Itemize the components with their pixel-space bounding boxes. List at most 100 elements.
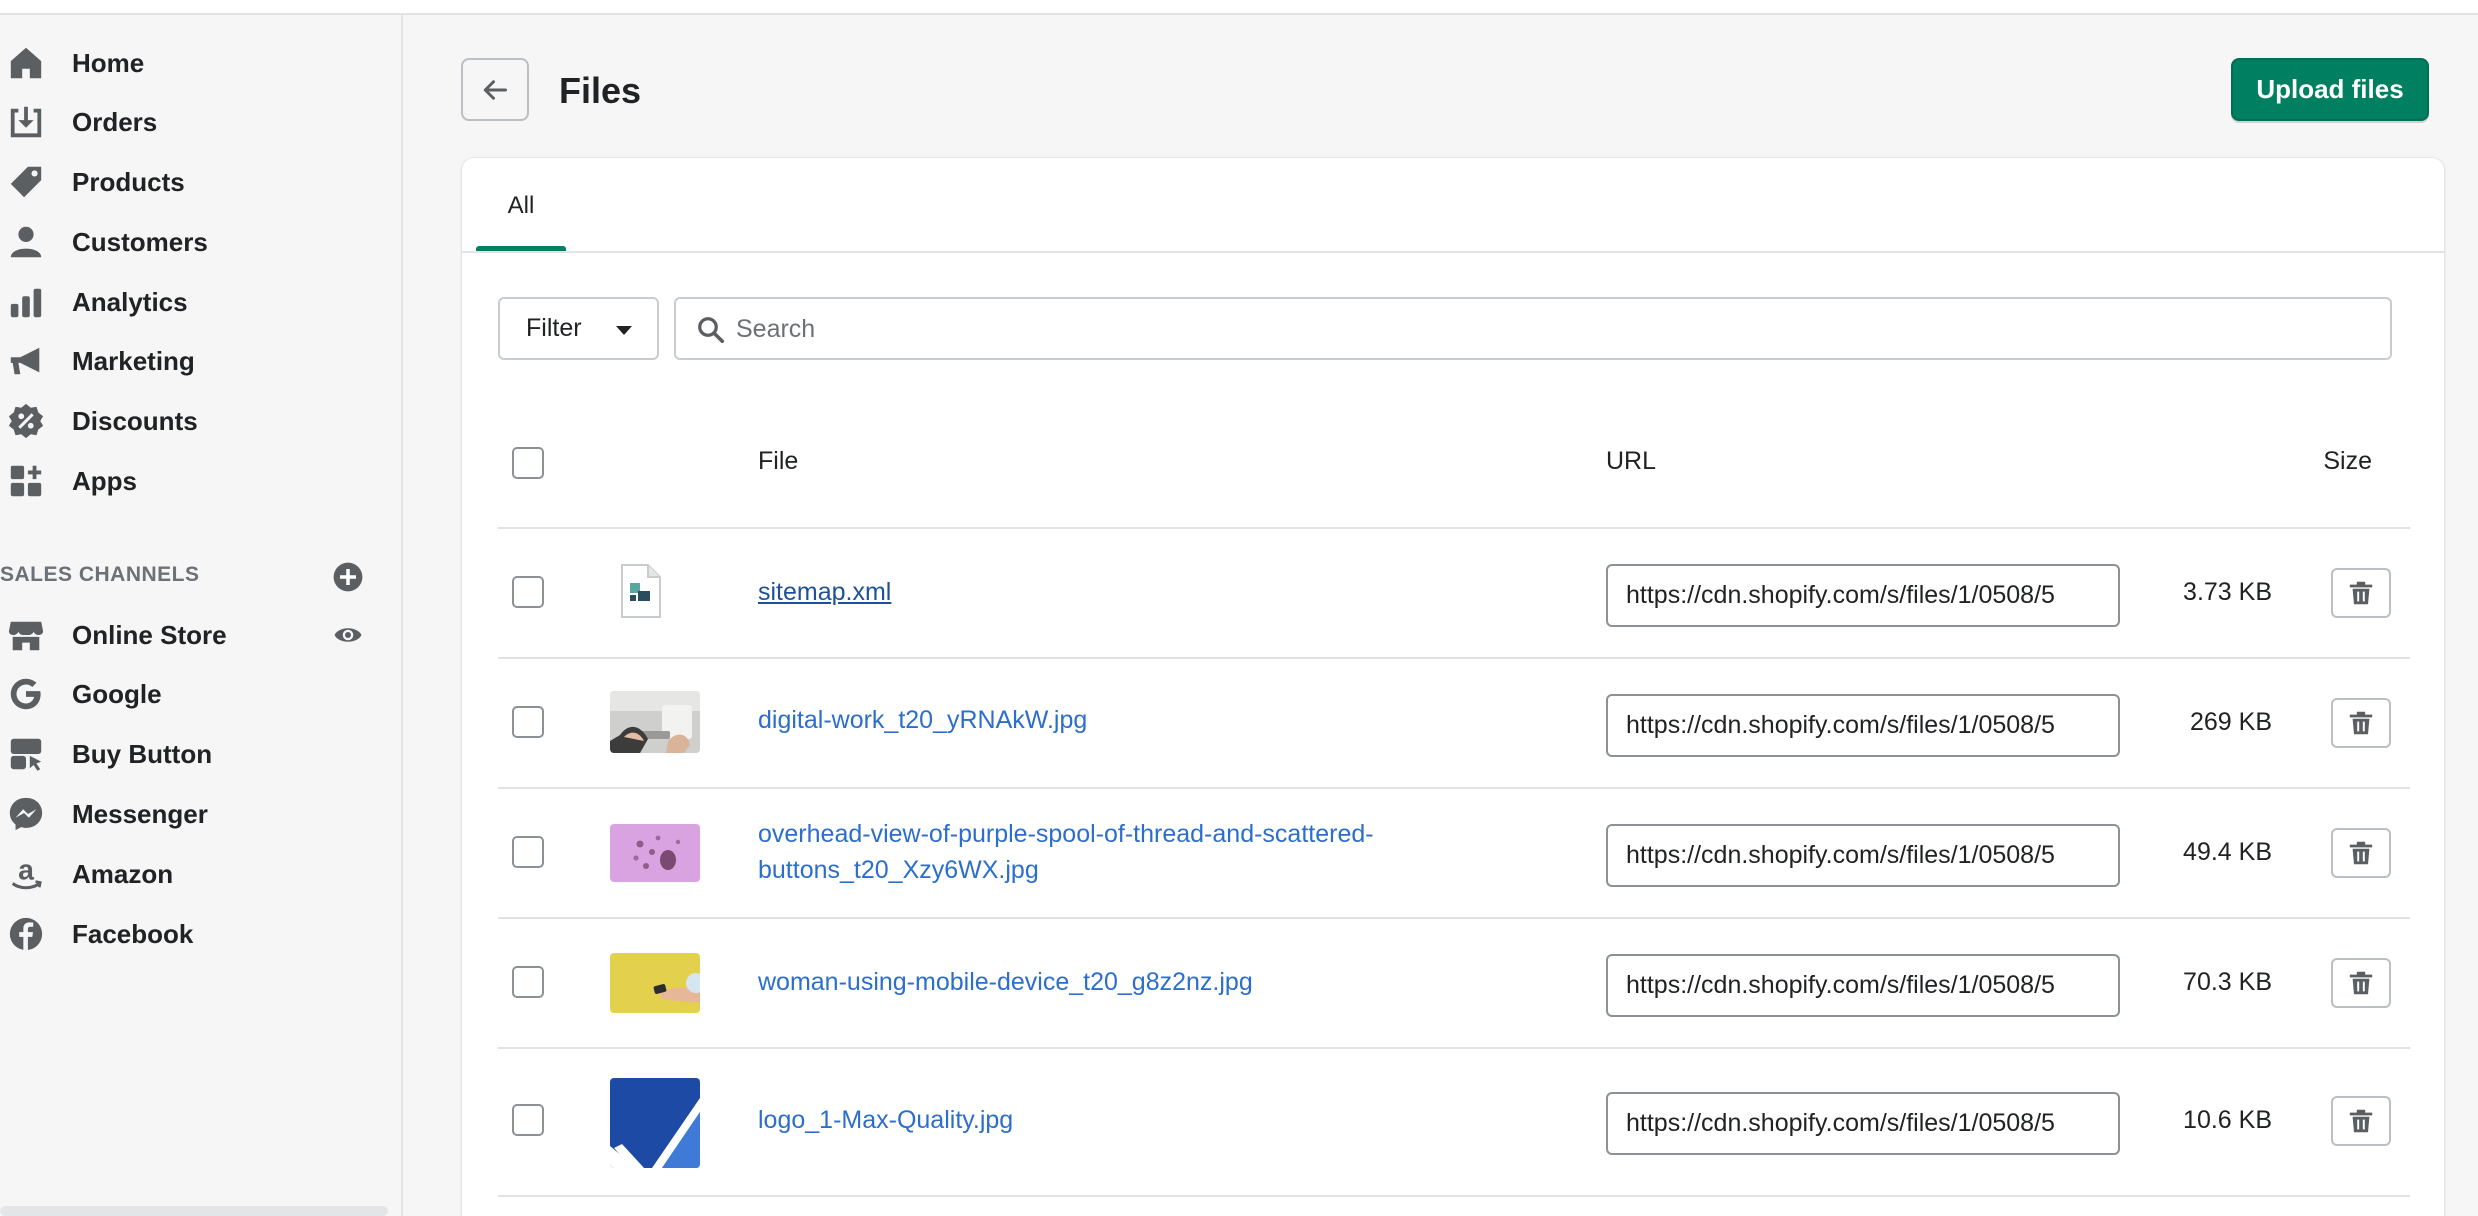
top-bar xyxy=(0,0,2478,15)
thumbnail-logo xyxy=(610,1078,700,1168)
sidebar-item-label: Messenger xyxy=(72,798,208,829)
column-header-size: Size xyxy=(2323,447,2372,475)
sidebar-item-home[interactable]: Home xyxy=(0,38,400,88)
file-link[interactable]: sitemap.xml xyxy=(758,574,891,610)
file-size: 70.3 KB xyxy=(2183,968,2272,996)
delete-button[interactable] xyxy=(2331,828,2391,878)
file-size: 49.4 KB xyxy=(2183,838,2272,866)
sidebar-item-buy-button[interactable]: Buy Button xyxy=(0,729,400,779)
url-field[interactable]: https://cdn.shopify.com/s/files/1/0508/5 xyxy=(1606,694,2120,757)
file-link[interactable]: digital-work_t20_yRNAkW.jpg xyxy=(758,702,1087,738)
row-divider xyxy=(498,787,2410,789)
sidebar-item-label: Analytics xyxy=(72,286,188,317)
sidebar-item-customers[interactable]: Customers xyxy=(0,217,400,267)
row-divider xyxy=(498,917,2410,919)
filter-button[interactable]: Filter xyxy=(498,297,659,360)
trash-icon xyxy=(2349,581,2373,605)
sidebar-item-amazon[interactable]: a Amazon xyxy=(0,849,400,899)
tag-icon xyxy=(4,160,48,204)
sidebar-scrollbar[interactable] xyxy=(0,1206,388,1216)
file-link[interactable]: logo_1-Max-Quality.jpg xyxy=(758,1102,1013,1138)
select-all-checkbox[interactable] xyxy=(512,447,544,479)
orders-icon xyxy=(4,100,48,144)
eye-icon[interactable] xyxy=(330,617,366,653)
plus-circle-icon xyxy=(333,562,363,592)
file-size: 3.73 KB xyxy=(2183,578,2272,606)
trash-icon xyxy=(2349,1109,2373,1133)
sidebar-item-marketing[interactable]: Marketing xyxy=(0,336,400,386)
apps-icon xyxy=(4,459,48,503)
row-checkbox[interactable] xyxy=(512,836,544,868)
sidebar-item-orders[interactable]: Orders xyxy=(0,97,400,147)
row-divider xyxy=(498,1195,2410,1197)
tab-all[interactable]: All xyxy=(476,158,566,253)
file-link-line: overhead-view-of-purple-spool-of-thread-… xyxy=(758,820,1374,848)
sidebar-item-apps[interactable]: Apps xyxy=(0,456,400,506)
sidebar: Home Orders Products Customers Analytics… xyxy=(0,15,403,1216)
sidebar-item-products[interactable]: Products xyxy=(0,157,400,207)
store-icon xyxy=(4,613,48,657)
facebook-icon xyxy=(4,912,48,956)
amazon-icon: a xyxy=(4,852,48,896)
page-title: Files xyxy=(559,70,642,111)
thumbnail-purple-spool xyxy=(610,824,700,882)
caret-down-icon xyxy=(616,326,632,335)
file-link[interactable]: woman-using-mobile-device_t20_g8z2nz.jpg xyxy=(758,964,1253,1000)
svg-text:a: a xyxy=(18,855,35,887)
search-input[interactable] xyxy=(736,303,2336,355)
sidebar-item-label: Online Store xyxy=(72,619,227,650)
filter-label: Filter xyxy=(526,314,582,342)
sidebar-item-label: Customers xyxy=(72,226,208,257)
sidebar-item-label: Buy Button xyxy=(72,738,213,769)
sidebar-item-discounts[interactable]: Discounts xyxy=(0,396,400,446)
url-field[interactable]: https://cdn.shopify.com/s/files/1/0508/5 xyxy=(1606,1092,2120,1155)
row-divider xyxy=(498,1047,2410,1049)
sidebar-item-label: Facebook xyxy=(72,918,194,949)
sidebar-item-label: Home xyxy=(72,47,145,78)
file-link[interactable]: overhead-view-of-purple-spool-of-thread-… xyxy=(758,816,1374,888)
sales-channels-title: SALES CHANNELS xyxy=(0,563,200,586)
buy-button-icon xyxy=(4,732,48,776)
delete-button[interactable] xyxy=(2331,1096,2391,1146)
tab-active-indicator xyxy=(476,246,566,251)
messenger-icon xyxy=(4,792,48,836)
discount-icon xyxy=(4,399,48,443)
sidebar-item-facebook[interactable]: Facebook xyxy=(0,909,400,959)
thumbnail-woman-mobile xyxy=(610,953,700,1013)
back-button[interactable] xyxy=(461,58,529,121)
url-field[interactable]: https://cdn.shopify.com/s/files/1/0508/5 xyxy=(1606,824,2120,887)
sidebar-item-label: Apps xyxy=(72,465,137,496)
trash-icon xyxy=(2349,711,2373,735)
search-field[interactable] xyxy=(674,297,2392,360)
xml-file-icon xyxy=(612,563,666,621)
row-checkbox[interactable] xyxy=(512,1104,544,1136)
sidebar-item-analytics[interactable]: Analytics xyxy=(0,277,400,327)
sidebar-item-messenger[interactable]: Messenger xyxy=(0,789,400,839)
megaphone-icon xyxy=(4,339,48,383)
file-size: 269 KB xyxy=(2189,708,2272,736)
sidebar-item-label: Google xyxy=(72,678,162,709)
arrow-left-icon xyxy=(483,79,507,100)
column-header-file: File xyxy=(758,447,799,475)
sidebar-item-google[interactable]: Google xyxy=(0,669,400,719)
url-field[interactable]: https://cdn.shopify.com/s/files/1/0508/5 xyxy=(1606,954,2120,1017)
sidebar-item-label: Amazon xyxy=(72,858,174,889)
sidebar-item-online-store[interactable]: Online Store xyxy=(0,610,400,660)
delete-button[interactable] xyxy=(2331,698,2391,748)
trash-icon xyxy=(2349,841,2373,865)
url-field[interactable]: https://cdn.shopify.com/s/files/1/0508/5 xyxy=(1606,564,2120,627)
column-header-url: URL xyxy=(1606,447,1657,475)
delete-button[interactable] xyxy=(2331,568,2391,618)
google-icon xyxy=(4,672,48,716)
upload-files-button[interactable]: Upload files xyxy=(2231,58,2429,121)
person-icon xyxy=(4,220,48,264)
sidebar-item-label: Products xyxy=(72,166,185,197)
sidebar-item-label: Marketing xyxy=(72,345,195,376)
search-icon xyxy=(698,317,725,344)
add-channel-button[interactable] xyxy=(332,561,364,593)
trash-icon xyxy=(2349,971,2373,995)
row-checkbox[interactable] xyxy=(512,966,544,998)
row-checkbox[interactable] xyxy=(512,706,544,738)
delete-button[interactable] xyxy=(2331,958,2391,1008)
row-checkbox[interactable] xyxy=(512,576,544,608)
